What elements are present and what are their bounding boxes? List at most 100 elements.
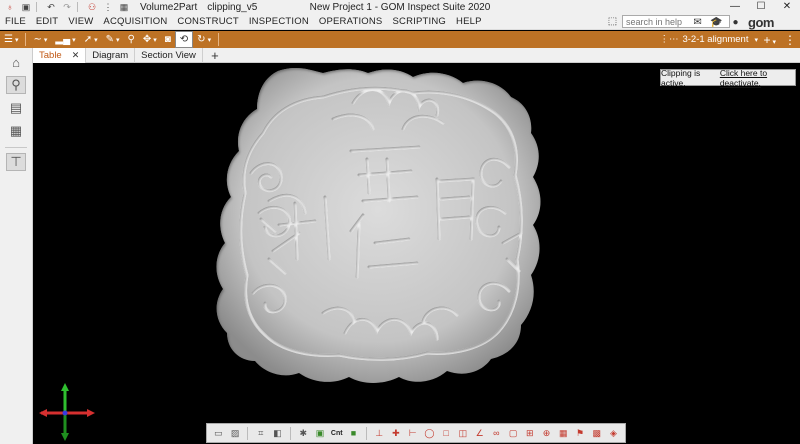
deactivate-clipping-link[interactable]: Click here to deactivate. (720, 68, 795, 88)
point-tool-icon[interactable]: ✚ (389, 426, 404, 440)
close-tab-icon[interactable]: ✕ (72, 48, 80, 63)
toolbar-right: + ▾ ⋮ (763, 31, 796, 48)
menu-right-icons: ✉ 🎓 ● gom (691, 15, 774, 30)
grid-icon[interactable]: ▦ (118, 1, 130, 13)
circle-icon[interactable]: ◯ (422, 426, 437, 440)
3d-viewport[interactable]: Clipping is active. Click here to deacti… (33, 63, 800, 444)
tab-label: Table (39, 49, 62, 61)
save-icon[interactable]: ▣ (20, 1, 32, 13)
measure-icon[interactable]: ⊞ (522, 426, 537, 440)
window-controls: — ☐ ✕ (722, 0, 800, 14)
pin-tool-icon[interactable]: ✎ ▾ (102, 31, 124, 48)
mooncake-mesh (216, 67, 541, 383)
feedback-icon[interactable]: ✉ (691, 16, 704, 29)
tab-table[interactable]: Table ✕ (33, 47, 87, 63)
chart-tool-icon[interactable]: ▂▄ ▾ (51, 31, 79, 48)
layers-icon[interactable]: ◈ (606, 426, 621, 440)
point-icon[interactable]: ✱ (296, 426, 311, 440)
menu-bar: FILE EDIT VIEW ACQUISITION CONSTRUCT INS… (0, 14, 800, 30)
menu-edit[interactable]: EDIT (31, 16, 63, 27)
menu-acquisition[interactable]: ACQUISITION (98, 16, 172, 27)
minimize-button[interactable]: — (722, 0, 748, 14)
y-axis-lower-arrow (61, 433, 69, 441)
rect-icon[interactable]: ▢ (506, 426, 521, 440)
box-select-icon[interactable]: ▭ (211, 426, 226, 440)
menu-file[interactable]: FILE (0, 16, 31, 27)
add-tab-button[interactable]: + (203, 48, 227, 63)
section-icon[interactable]: ◫ (456, 426, 471, 440)
gom-logo: gom (748, 15, 774, 30)
left-sidebar: ⌂ ⚲ ▤ ▦ ⊤ (0, 48, 33, 444)
separator (247, 426, 249, 440)
project-icon[interactable]: ⚇ (86, 1, 98, 13)
menu-construct[interactable]: CONSTRUCT (172, 16, 243, 27)
menu-view[interactable]: VIEW (63, 16, 98, 27)
separator (365, 426, 367, 440)
x-axis-left-arrow (39, 409, 47, 417)
coordinate-axes (39, 383, 95, 441)
user-icon[interactable]: ● (729, 16, 742, 29)
menu-scripting[interactable]: SCRIPTING (387, 16, 451, 27)
image-icon[interactable]: ▨ (228, 426, 243, 440)
menu-operations[interactable]: OPERATIONS (314, 16, 388, 27)
home-icon[interactable]: ⌂ (6, 53, 26, 71)
quick-tab-clipping[interactable]: clipping_v5 (207, 2, 257, 13)
grid-icon[interactable]: ▩ (589, 426, 604, 440)
solid-cube-icon[interactable]: ■ (346, 426, 361, 440)
zoom-tool-icon[interactable]: ⚲ (124, 31, 139, 48)
hamburger-menu-icon[interactable]: ☰ ▾ (0, 31, 22, 48)
select-tool-icon[interactable]: ➚ ▾ (80, 31, 102, 48)
tab-section-view[interactable]: Section View (135, 47, 203, 63)
refresh-icon[interactable]: ↻ ▾ (193, 31, 215, 48)
curve-tool-icon[interactable]: ∼ ▾ (29, 31, 51, 48)
rotate-view-icon[interactable]: ⟲ (174, 31, 194, 48)
quick-tab-volume2part[interactable]: Volume2Part (140, 2, 197, 13)
square-icon[interactable]: □ (439, 426, 454, 440)
tree-icon[interactable]: ⋮ (102, 1, 114, 13)
alignment-label: 3-2-1 alignment (682, 34, 749, 45)
chevron-down-icon: ▾ (754, 36, 758, 44)
maximize-button[interactable]: ☐ (748, 0, 774, 14)
menu-help[interactable]: HELP (451, 16, 487, 27)
add-icon[interactable]: + ▾ (763, 33, 776, 47)
x-axis-arrow (87, 409, 95, 417)
frame-icon[interactable]: ⌗ (253, 426, 268, 440)
line-icon[interactable]: ⊢ (405, 426, 420, 440)
more-icon[interactable]: ⋮ (784, 33, 796, 47)
redo-icon[interactable]: ↷ (61, 1, 73, 13)
clipping-text: Clipping is active. (661, 67, 701, 88)
table-icon[interactable]: ▦ (556, 426, 571, 440)
flag-icon[interactable]: ⚑ (573, 426, 588, 440)
split-view-icon[interactable]: ◧ (270, 426, 285, 440)
plane-icon[interactable]: ⊥ (372, 426, 387, 440)
tab-label: Section View (141, 49, 196, 61)
move-tool-icon[interactable]: ✥ ▾ (139, 31, 161, 48)
camera-icon[interactable]: ◙ (161, 31, 175, 48)
cnt-icon[interactable]: Cnt (329, 426, 344, 440)
separator (36, 2, 37, 12)
separator (5, 147, 27, 148)
crosshair-icon[interactable]: ⊕ (539, 426, 554, 440)
pin-icon[interactable]: ⊤ (6, 153, 26, 171)
cursor-icon[interactable]: ⬚ (606, 15, 619, 28)
academy-icon[interactable]: 🎓 (710, 16, 723, 29)
alignment-selector[interactable]: ⋮⋯ 3-2-1 alignment ▾ (659, 31, 758, 48)
tab-diagram[interactable]: Diagram (86, 47, 136, 63)
cube-icon[interactable]: ▣ (313, 426, 328, 440)
separator (77, 2, 78, 12)
angle-icon[interactable]: ∠ (472, 426, 487, 440)
grid-view-icon[interactable]: ▦ (6, 122, 26, 140)
undo-icon[interactable]: ↶ (45, 1, 57, 13)
separator (289, 426, 291, 440)
close-button[interactable]: ✕ (774, 0, 800, 14)
main-toolbar: ☰ ▾ ∼ ▾ ▂▄ ▾ ➚ ▾ ✎ ▾ ⚲ ✥ ▾ ◙ ⟲ ↻ ▾ ⋮⋯ 3-2-1 ali… (0, 31, 800, 48)
app-icon: ♁ (6, 2, 14, 12)
alignment-icon: ⋮⋯ (659, 34, 679, 45)
chain-icon[interactable]: ∞ (489, 426, 504, 440)
bottom-toolbar: ▭ ▨ ⌗ ◧ ✱ ▣ Cnt ■ ⊥ ✚ ⊢ ◯ □ ◫ ∠ ∞ ▢ ⊞ ⊕ … (206, 423, 626, 443)
report-icon[interactable]: ▤ (6, 99, 26, 117)
inspect-icon[interactable]: ⚲ (6, 76, 26, 94)
tab-label: Diagram (92, 49, 129, 61)
menu-inspection[interactable]: INSPECTION (244, 16, 314, 27)
y-axis-arrow (61, 383, 69, 391)
